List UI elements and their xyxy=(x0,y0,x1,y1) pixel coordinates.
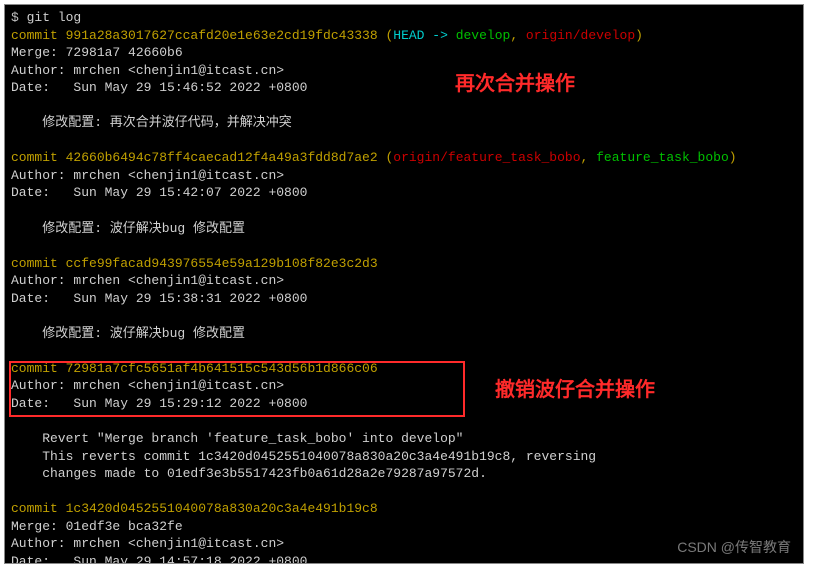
date-line: Date: Sun May 29 15:46:52 2022 +0800 xyxy=(11,79,797,97)
blank-line xyxy=(11,342,797,360)
terminal-window[interactable]: $ git log commit 991a28a3017627ccafd20e1… xyxy=(4,4,804,564)
remote-develop: origin/develop xyxy=(526,28,635,43)
blank-line xyxy=(11,237,797,255)
commit-line: commit 72981a7cfc5651af4b641515c543d56b1… xyxy=(11,360,797,378)
commit-line: commit 991a28a3017627ccafd20e1e63e2cd19f… xyxy=(11,27,797,45)
date-line: Date: Sun May 29 15:38:31 2022 +0800 xyxy=(11,290,797,308)
commit-hash: ccfe99facad943976554e59a129b108f82e3c2d3 xyxy=(66,256,378,271)
refs-open: ( xyxy=(378,150,394,165)
refs-close: ) xyxy=(635,28,643,43)
commit-message: 修改配置: 波仔解决bug 修改配置 xyxy=(11,220,797,238)
commit-label: commit xyxy=(11,256,66,271)
refs-comma: , xyxy=(581,150,597,165)
refs-close: ) xyxy=(729,150,737,165)
remote-feature: origin/feature_task_bobo xyxy=(393,150,580,165)
commit-message: changes made to 01edf3e3b5517423fb0a61d2… xyxy=(11,465,797,483)
refs-open: ( xyxy=(378,28,394,43)
commit-hash: 1c3420d0452551040078a830a20c3a4e491b19c8 xyxy=(66,501,378,516)
commit-hash: 42660b6494c78ff4caecad12f4a49a3fdd8d7ae2 xyxy=(66,150,378,165)
blank-line xyxy=(11,97,797,115)
author-line: Author: mrchen <chenjin1@itcast.cn> xyxy=(11,62,797,80)
blank-line xyxy=(11,483,797,501)
blank-line xyxy=(11,413,797,431)
commit-label: commit xyxy=(11,361,66,376)
date-line: Date: Sun May 29 15:29:12 2022 +0800 xyxy=(11,395,797,413)
commit-line: commit 1c3420d0452551040078a830a20c3a4e4… xyxy=(11,500,797,518)
commit-message: This reverts commit 1c3420d0452551040078… xyxy=(11,448,797,466)
commit-label: commit xyxy=(11,28,66,43)
author-line: Author: mrchen <chenjin1@itcast.cn> xyxy=(11,535,797,553)
blank-line xyxy=(11,202,797,220)
merge-line: Merge: 72981a7 42660b6 xyxy=(11,44,797,62)
merge-line: Merge: 01edf3e bca32fe xyxy=(11,518,797,536)
commit-message: Revert "Merge branch 'feature_task_bobo'… xyxy=(11,430,797,448)
commit-label: commit xyxy=(11,501,66,516)
command-line: $ git log xyxy=(11,9,797,27)
commit-label: commit xyxy=(11,150,66,165)
git-command: git log xyxy=(27,10,82,25)
local-feature: feature_task_bobo xyxy=(596,150,729,165)
blank-line xyxy=(11,307,797,325)
shell-prompt: $ xyxy=(11,10,27,25)
date-line: Date: Sun May 29 14:57:18 2022 +0800 xyxy=(11,553,797,564)
date-line: Date: Sun May 29 15:42:07 2022 +0800 xyxy=(11,184,797,202)
branch-develop: develop xyxy=(456,28,511,43)
commit-line: commit ccfe99facad943976554e59a129b108f8… xyxy=(11,255,797,273)
commit-line: commit 42660b6494c78ff4caecad12f4a49a3fd… xyxy=(11,149,797,167)
commit-hash: 991a28a3017627ccafd20e1e63e2cd19fdc43338 xyxy=(66,28,378,43)
blank-line xyxy=(11,132,797,150)
author-line: Author: mrchen <chenjin1@itcast.cn> xyxy=(11,167,797,185)
author-line: Author: mrchen <chenjin1@itcast.cn> xyxy=(11,272,797,290)
refs-comma: , xyxy=(510,28,526,43)
author-line: Author: mrchen <chenjin1@itcast.cn> xyxy=(11,377,797,395)
commit-message: 修改配置: 再次合并波仔代码，并解决冲突 xyxy=(11,114,797,132)
head-arrow: HEAD -> xyxy=(393,28,455,43)
commit-message: 修改配置: 波仔解决bug 修改配置 xyxy=(11,325,797,343)
commit-hash: 72981a7cfc5651af4b641515c543d56b1d866c06 xyxy=(66,361,378,376)
